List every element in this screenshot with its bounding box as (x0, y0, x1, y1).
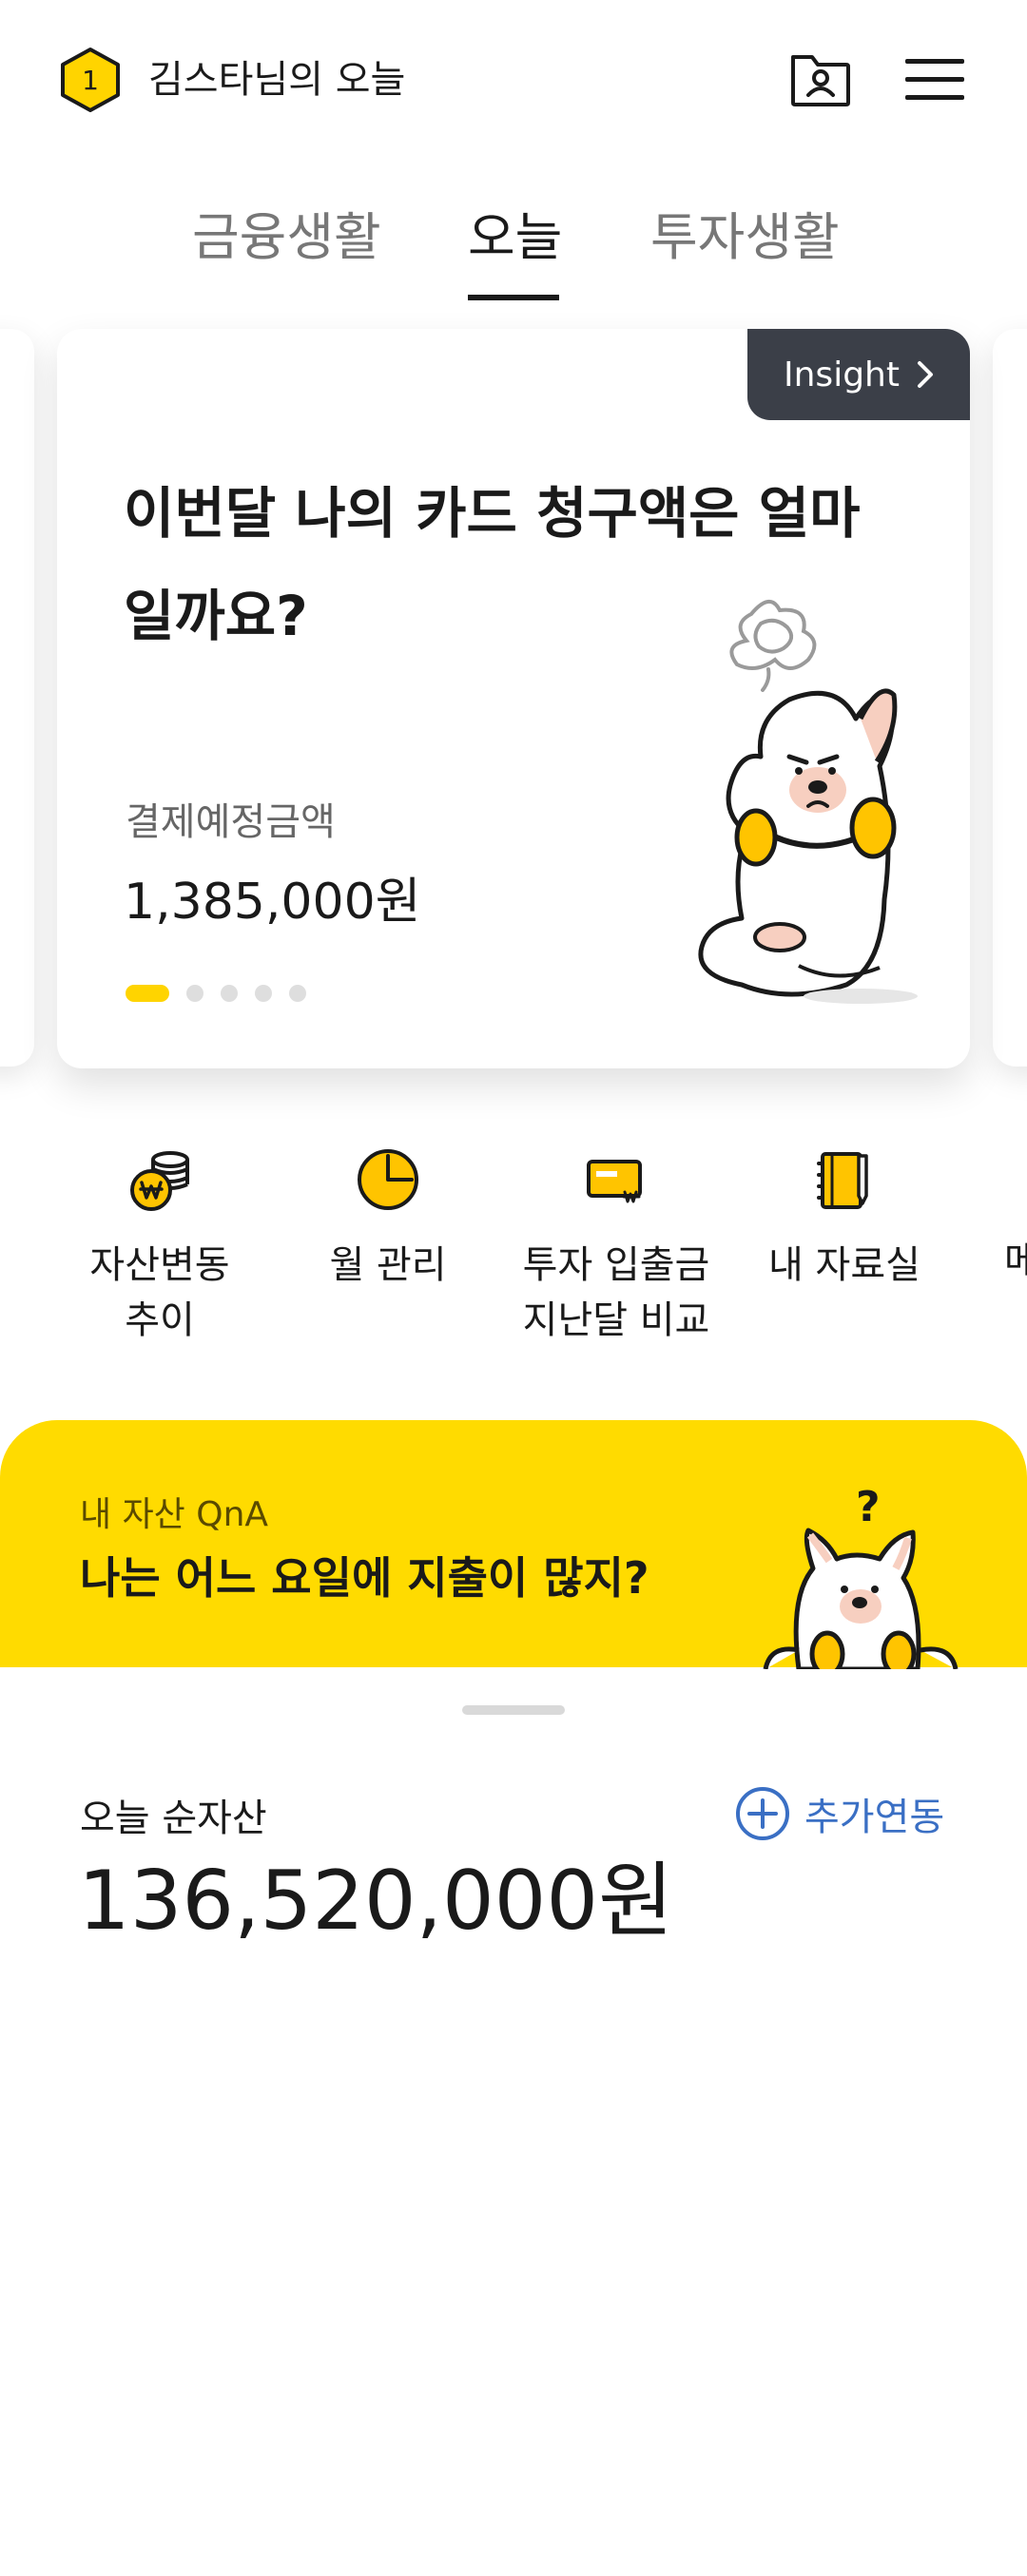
questioning-dog-mascot-illustration: ? (763, 1483, 959, 1669)
asset-qna-banner[interactable]: 내 자산 QnA 나는 어느 요일에 지출이 많지? ? (0, 1420, 1027, 1669)
quick-menu-label: 메 (1004, 1240, 1027, 1283)
notebook-pen-icon (817, 1152, 868, 1209)
chevron-right-icon (917, 361, 933, 388)
svg-text:?: ? (856, 1483, 881, 1531)
tab-finance-life[interactable]: 금융생활 (192, 202, 381, 274)
pie-chart-icon (358, 1149, 418, 1210)
quick-menu-label: 투자 입출금 지난달 비교 (522, 1243, 710, 1342)
carousel-pagination (126, 985, 306, 1002)
quick-menu-label: 내 자료실 (768, 1243, 920, 1287)
quick-menu-label: 월 관리 (329, 1243, 447, 1287)
qna-label: 내 자산 QnA (80, 1495, 269, 1534)
quick-menu-asset-trend[interactable]: 자산변동 추이 (46, 1146, 274, 1348)
insight-card[interactable]: Insight 이번달 나의 카드 청구액은 얼마일까요? 결제예정금액 1,3… (57, 329, 970, 1068)
page-title: 김스타님의 오늘 (148, 58, 406, 102)
qna-question: 나는 어느 요일에 지출이 많지? (80, 1552, 649, 1604)
next-card-peek[interactable] (993, 329, 1027, 1067)
tab-today[interactable]: 오늘 (468, 202, 562, 274)
payment-due-amount: 1,385,000원 (124, 874, 421, 931)
level-badge[interactable]: 1 (57, 46, 124, 114)
insight-button[interactable]: Insight (747, 329, 970, 420)
quick-menu-investment-compare[interactable]: 투자 입출금 지난달 비교 (502, 1146, 730, 1348)
quick-menu-monthly-management[interactable]: 월 관리 (274, 1146, 502, 1293)
net-assets-value: 136,520,000원 (78, 1854, 674, 1949)
quick-menu-my-library[interactable]: 내 자료실 (730, 1146, 959, 1293)
app-header: 1 김스타님의 오늘 (0, 0, 1027, 162)
net-assets-label: 오늘 순자산 (80, 1797, 267, 1840)
plus-circle-icon (736, 1787, 789, 1840)
profile-folder-button[interactable] (787, 48, 854, 110)
insight-button-label: Insight (784, 355, 900, 394)
pagination-dot[interactable] (186, 985, 203, 1002)
tab-investment-life[interactable]: 투자생활 (650, 202, 840, 274)
sheet-drag-handle[interactable] (462, 1705, 565, 1715)
pagination-dot[interactable] (221, 985, 238, 1002)
profile-folder-icon (791, 55, 850, 106)
add-link-label: 추가연동 (804, 1796, 945, 1839)
hamburger-menu-icon (905, 59, 964, 100)
pagination-dot-active[interactable] (126, 985, 169, 1002)
add-link-button[interactable]: 추가연동 (734, 1781, 944, 1846)
active-tab-indicator (468, 295, 559, 300)
net-assets-sheet: 오늘 순자산 136,520,000원 추가연동 (0, 1682, 1027, 2576)
level-number: 1 (82, 64, 99, 96)
coins-won-icon (130, 1151, 189, 1211)
payment-due-label: 결제예정금액 (126, 800, 336, 844)
pagination-dot[interactable] (289, 985, 306, 1002)
worried-dog-mascot-illustration (698, 600, 918, 1004)
pagination-dot[interactable] (255, 985, 272, 1002)
quick-menu-partial-item[interactable]: 메 (959, 1146, 1027, 1289)
card-won-icon (587, 1160, 642, 1203)
partial-menu-icon (959, 1146, 1026, 1213)
previous-card-peek[interactable] (0, 329, 34, 1067)
menu-button[interactable] (903, 55, 966, 105)
quick-menu-label: 자산변동 추이 (89, 1243, 230, 1342)
